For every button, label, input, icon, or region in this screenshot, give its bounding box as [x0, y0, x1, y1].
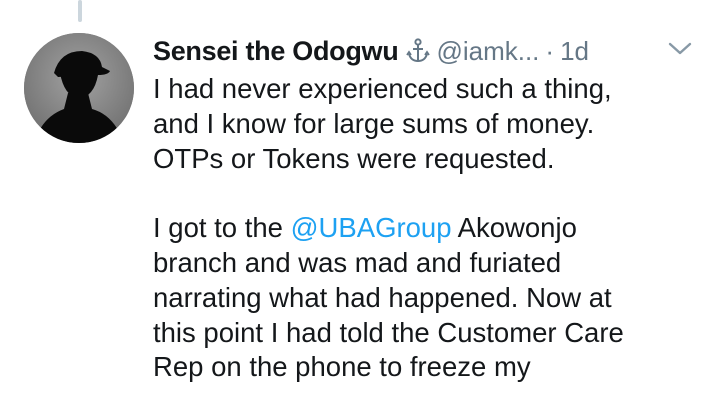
text-fragment: I got to the	[153, 212, 291, 244]
handle[interactable]: @iamk...	[436, 36, 539, 67]
text-line: I had never experienced such a thing,	[153, 73, 612, 104]
avatar[interactable]	[24, 33, 134, 143]
text-line: narrating what had happened. Now at	[153, 281, 612, 313]
thread-connector-line	[78, 0, 82, 22]
text-line: and I know for large sums of money.	[153, 107, 595, 139]
text-fragment: Akowonjo	[451, 212, 577, 244]
text-line: branch and was mad and furiated	[153, 246, 562, 278]
mention-link[interactable]: @UBAGroup	[291, 212, 452, 243]
chevron-down-icon[interactable]	[665, 34, 695, 64]
tweet[interactable]: Sensei the Odogwu @iamk... · 1d I had ne…	[153, 30, 713, 385]
avatar-silhouette	[24, 33, 134, 143]
timestamp[interactable]: 1d	[560, 36, 589, 67]
text-line: Rep on the phone to freeze my	[153, 351, 531, 383]
text-line: OTPs or Tokens were requested.	[153, 142, 555, 174]
tweet-header: Sensei the Odogwu @iamk... · 1d	[153, 30, 713, 72]
anchor-icon	[406, 38, 431, 64]
text-line: I got to the @UBAGroup Akowonjo	[153, 211, 713, 246]
separator: ·	[545, 35, 555, 66]
tweet-text: I had never experienced such a thing, an…	[153, 72, 713, 385]
display-name[interactable]: Sensei the Odogwu	[153, 36, 399, 67]
text-line: this point I had told the Customer Care	[153, 316, 624, 348]
